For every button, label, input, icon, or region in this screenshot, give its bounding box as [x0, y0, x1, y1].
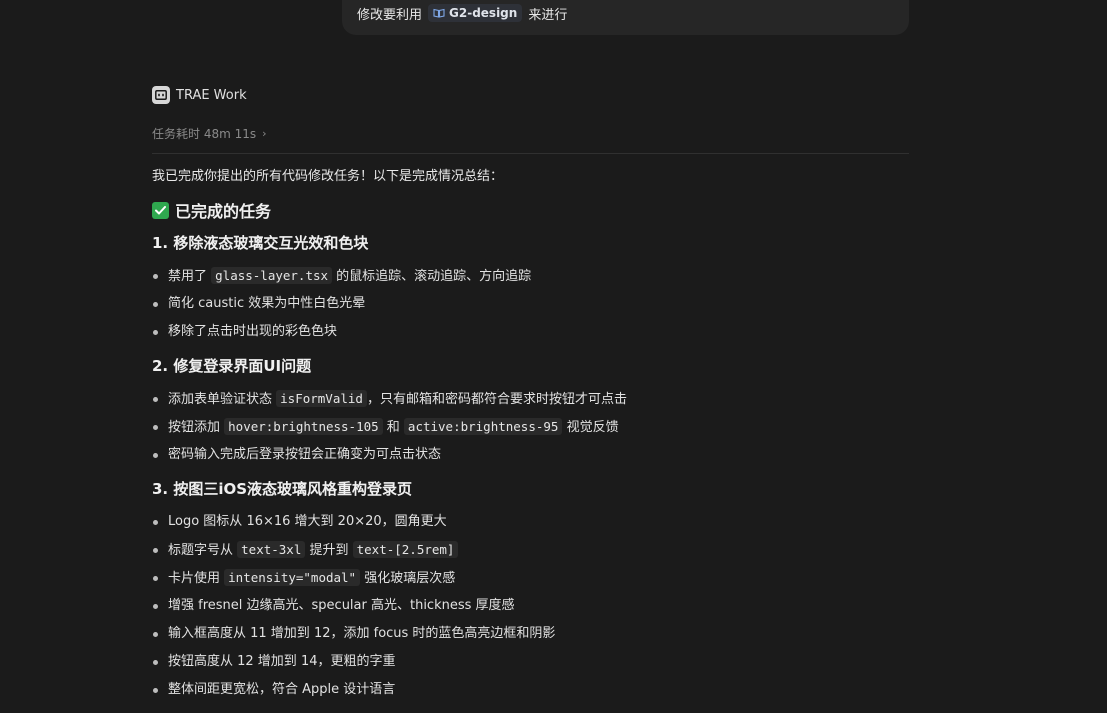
response-content: 我已完成你提出的所有代码修改任务！以下是完成情况总结： 已完成的任务 1. 移除…	[152, 166, 909, 704]
list-item: 卡片使用 intensity="modal" 强化玻璃层次感	[152, 564, 909, 592]
list-item-text: 标题字号从	[168, 543, 238, 558]
list-item-text: ，只有邮箱和密码都符合要求时按钮才可点击	[366, 392, 627, 407]
user-message-suffix: 来进行	[528, 7, 568, 23]
list-item-text: 增强 fresnel 边缘高光、specular 高光、thickness 厚度…	[168, 598, 515, 613]
list-item: 按钮添加 hover:brightness-105 和 active:brigh…	[152, 413, 909, 441]
task-duration: 任务耗时 48m 11s	[152, 126, 257, 141]
list-item: 增强 fresnel 边缘高光、specular 高光、thickness 厚度…	[152, 592, 909, 620]
section-list: 禁用了 glass-layer.tsx 的鼠标追踪、滚动追踪、方向追踪简化 ca…	[152, 262, 909, 346]
inline-code: intensity="modal"	[224, 569, 361, 586]
check-mark-icon	[152, 201, 169, 219]
list-item: 密码输入完成后登录按钮会正确变为可点击状态	[152, 441, 909, 469]
agent-name: TRAE Work	[176, 87, 247, 103]
inline-code: glass-layer.tsx	[211, 267, 333, 284]
list-item-text: 的鼠标追踪、滚动追踪、方向追踪	[332, 269, 532, 284]
list-item-text: Logo 图标从 16×16 增大到 20×20，圆角更大	[168, 514, 447, 529]
list-item-text: 和	[382, 420, 404, 435]
list-item-text: 提升到	[305, 543, 353, 558]
list-item-text: 简化 caustic 效果为中性白色光晕	[168, 296, 366, 311]
reference-label: G2-design	[449, 6, 518, 20]
list-item-text: 按钮添加	[168, 420, 225, 435]
inline-code: text-3xl	[237, 541, 306, 558]
inline-code: isFormValid	[276, 390, 367, 407]
list-item: 标题字号从 text-3xl 提升到 text-[2.5rem]	[152, 536, 909, 564]
list-item-text: 卡片使用	[168, 571, 225, 586]
response-intro: 我已完成你提出的所有代码修改任务！以下是完成情况总结：	[152, 169, 504, 184]
completed-heading-text: 已完成的任务	[175, 202, 272, 221]
chat-view: 修改要利用 G2-design 来进行 TRAE Work 任务耗时 48m 1…	[0, 0, 1107, 713]
inline-code: hover:brightness-105	[224, 418, 383, 435]
list-item-text: 密码输入完成后登录按钮会正确变为可点击状态	[168, 447, 442, 462]
chevron-right-icon: ›	[262, 126, 267, 140]
list-item-text: 输入框高度从 11 增加到 12，添加 focus 时的蓝色高亮边框和阴影	[168, 626, 556, 641]
list-item: 添加表单验证状态 isFormValid ，只有邮箱和密码都符合要求时按钮才可点击	[152, 385, 909, 413]
list-item-text: 添加表单验证状态	[168, 392, 277, 407]
trae-logo-icon	[152, 86, 170, 104]
section-title: 2. 修复登录界面UI问题	[152, 357, 312, 375]
list-item: 输入框高度从 11 增加到 12，添加 focus 时的蓝色高亮边框和阴影	[152, 620, 909, 648]
completed-heading: 已完成的任务	[152, 198, 909, 222]
task-sections: 1. 移除液态玻璃交互光效和色块禁用了 glass-layer.tsx 的鼠标追…	[152, 231, 909, 704]
list-item-text: 视觉反馈	[562, 420, 619, 435]
agent-header: TRAE Work	[152, 86, 247, 104]
reference-chip[interactable]: G2-design	[428, 4, 523, 22]
list-item: 整体间距更宽松，符合 Apple 设计语言	[152, 676, 909, 704]
section-title: 3. 按图三iOS液态玻璃风格重构登录页	[152, 480, 413, 498]
task-duration-toggle[interactable]: 任务耗时 48m 11s ›	[152, 124, 267, 142]
list-item: Logo 图标从 16×16 增大到 20×20，圆角更大	[152, 508, 909, 536]
list-item-text: 按钮高度从 12 增加到 14，更粗的字重	[168, 654, 396, 669]
list-item: 禁用了 glass-layer.tsx 的鼠标追踪、滚动追踪、方向追踪	[152, 262, 909, 290]
section-list: 添加表单验证状态 isFormValid ，只有邮箱和密码都符合要求时按钮才可点击…	[152, 385, 909, 469]
list-item-text: 强化玻璃层次感	[360, 571, 456, 586]
list-item-text: 整体间距更宽松，符合 Apple 设计语言	[168, 682, 396, 697]
list-item: 移除了点击时出现的彩色色块	[152, 318, 909, 346]
section-list: Logo 图标从 16×16 增大到 20×20，圆角更大 标题字号从 text-…	[152, 508, 909, 704]
inline-code: text-[2.5rem]	[352, 541, 459, 558]
divider	[152, 153, 909, 154]
user-message-prefix: 修改要利用	[357, 7, 423, 23]
list-item-text: 移除了点击时出现的彩色色块	[168, 324, 338, 339]
list-item: 简化 caustic 效果为中性白色光晕	[152, 290, 909, 318]
list-item: 按钮高度从 12 增加到 14，更粗的字重	[152, 648, 909, 676]
book-icon	[433, 8, 445, 18]
section-title: 1. 移除液态玻璃交互光效和色块	[152, 234, 369, 252]
user-message-text: 修改要利用 G2-design 来进行	[357, 3, 567, 23]
list-item-text: 禁用了	[168, 269, 212, 284]
inline-code: active:brightness-95	[403, 418, 563, 435]
